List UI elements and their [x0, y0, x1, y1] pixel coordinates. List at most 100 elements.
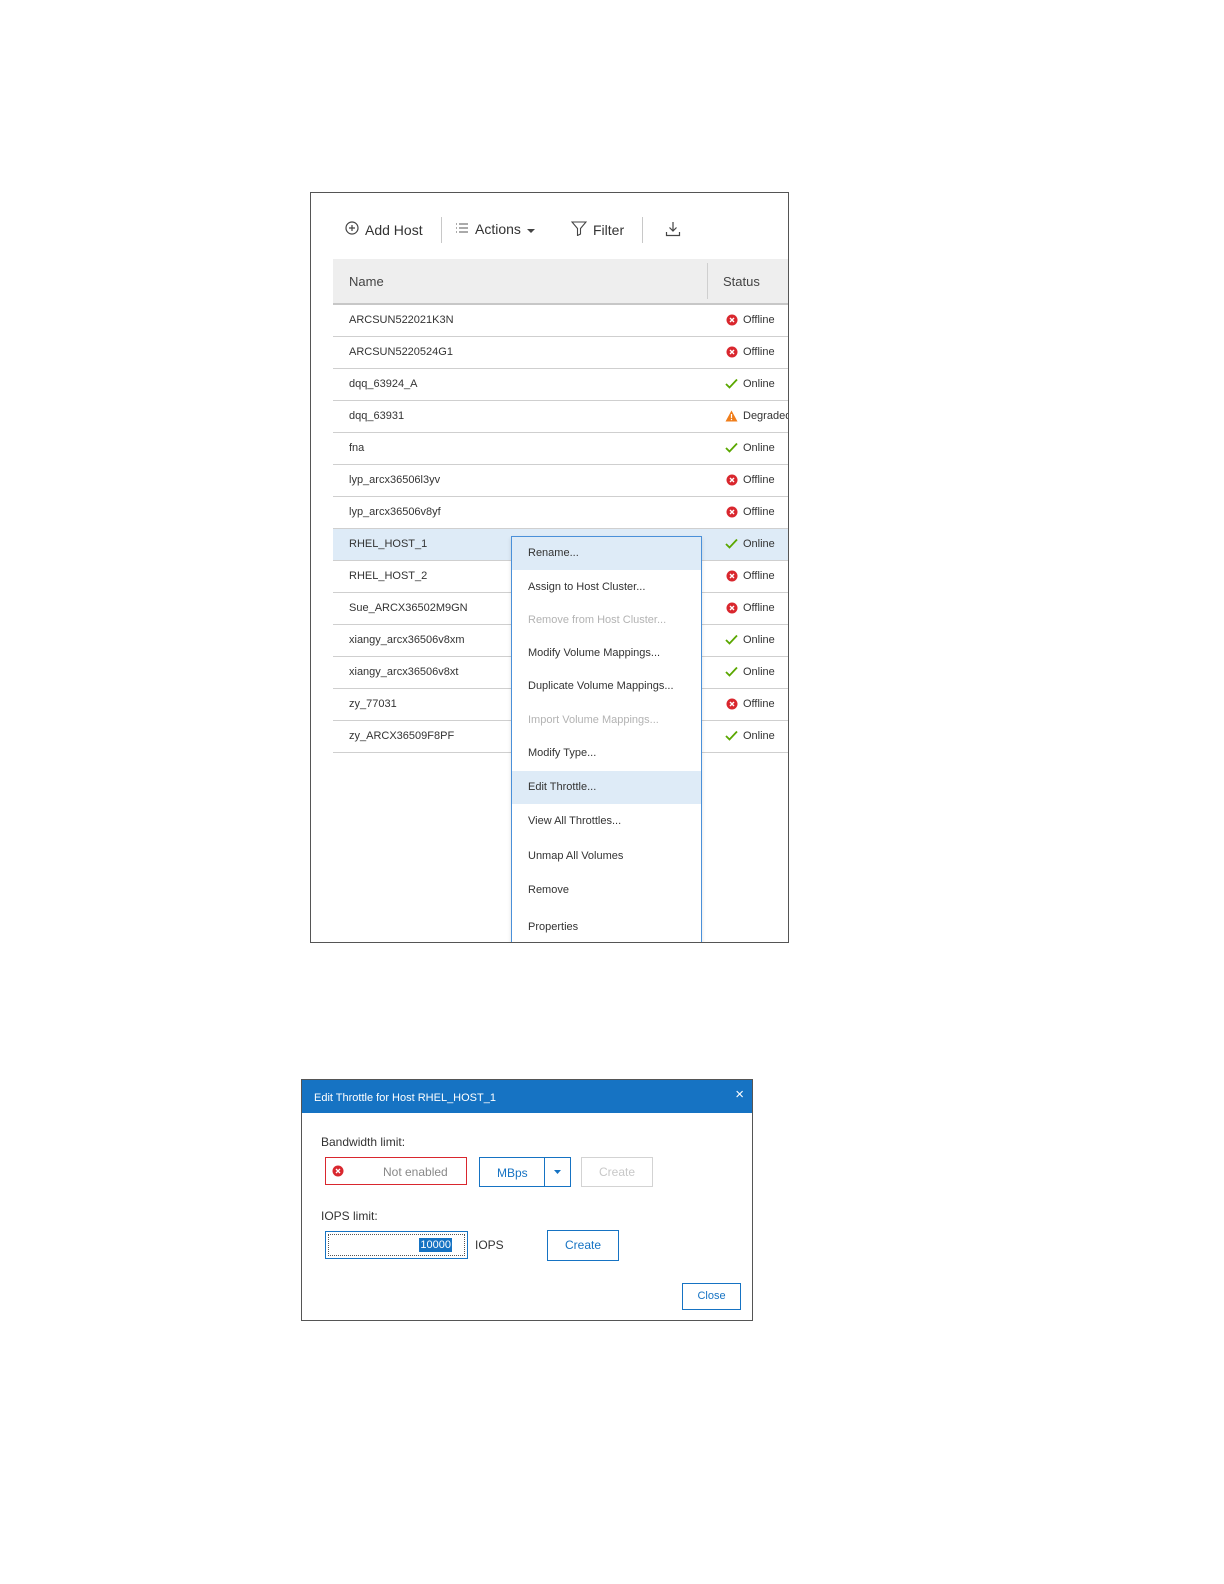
- checkmark-icon: [725, 377, 738, 390]
- bandwidth-unit-value: MBps: [497, 1166, 528, 1180]
- host-status-cell: Offline: [725, 569, 775, 582]
- host-status-cell: Online: [725, 665, 775, 678]
- download-button[interactable]: [665, 221, 681, 240]
- table-row[interactable]: lyp_arcx36506v8yf Offline: [333, 497, 788, 529]
- checkmark-icon: [725, 441, 738, 454]
- menu-item[interactable]: Properties: [512, 911, 701, 942]
- host-name-cell: ARCSUN5220524G1: [349, 346, 453, 358]
- menu-item[interactable]: Unmap All Volumes: [512, 840, 701, 873]
- table-row[interactable]: lyp_arcx36506l3yv Offline: [333, 465, 788, 497]
- menu-item[interactable]: Assign to Host Cluster...: [512, 571, 701, 604]
- close-button[interactable]: Close: [682, 1283, 741, 1310]
- column-divider[interactable]: [707, 263, 708, 299]
- status-text: Online: [743, 665, 775, 678]
- chevron-down-icon[interactable]: [553, 1164, 562, 1181]
- dialog-title-bar: Edit Throttle for Host RHEL_HOST_1 ×: [302, 1080, 752, 1113]
- add-host-button[interactable]: Add Host: [345, 221, 423, 238]
- host-status-cell: Online: [725, 633, 775, 646]
- status-text: Offline: [743, 505, 775, 518]
- download-icon: [665, 221, 681, 240]
- status-text: Degraded: [743, 409, 789, 422]
- host-name-cell: ARCSUN522021K3N: [349, 314, 454, 326]
- column-header-name[interactable]: Name: [349, 274, 384, 289]
- host-name-cell: RHEL_HOST_2: [349, 570, 428, 582]
- status-text: Offline: [743, 473, 775, 486]
- column-header-status[interactable]: Status: [723, 274, 760, 289]
- bandwidth-unit-select[interactable]: MBps: [479, 1157, 571, 1187]
- host-status-cell: Offline: [725, 313, 775, 326]
- host-status-cell: Online: [725, 441, 775, 454]
- edit-throttle-dialog: Edit Throttle for Host RHEL_HOST_1 × Ban…: [301, 1079, 753, 1321]
- menu-item[interactable]: Duplicate Volume Mappings...: [512, 670, 701, 703]
- status-text: Offline: [743, 345, 775, 358]
- hosts-panel-screenshot: Add Host Actions Filter Name Status ARCS…: [310, 192, 789, 943]
- menu-item[interactable]: View All Throttles...: [512, 805, 701, 838]
- status-text: Offline: [743, 697, 775, 710]
- host-status-cell: Offline: [725, 697, 775, 710]
- error-circle-icon: [725, 473, 738, 486]
- host-name-cell: dqq_63924_A: [349, 378, 418, 390]
- checkmark-icon: [725, 633, 738, 646]
- host-name-cell: dqq_63931: [349, 410, 405, 422]
- filter-button[interactable]: Filter: [570, 221, 624, 239]
- host-name-cell: zy_77031: [349, 698, 397, 710]
- bandwidth-limit-label: Bandwidth limit:: [321, 1135, 406, 1149]
- error-circle-icon: [725, 601, 738, 614]
- error-circle-icon: [725, 505, 738, 518]
- close-icon[interactable]: ×: [735, 1086, 744, 1103]
- hosts-toolbar: Add Host Actions Filter: [311, 211, 788, 255]
- table-row[interactable]: dqq_63924_A Online: [333, 369, 788, 401]
- table-row[interactable]: fna Online: [333, 433, 788, 465]
- host-status-cell: Online: [725, 377, 775, 390]
- iops-limit-input[interactable]: 10000: [325, 1231, 468, 1259]
- bandwidth-limit-value: Not enabled: [383, 1165, 448, 1179]
- list-icon: [455, 221, 469, 237]
- toolbar-divider: [642, 217, 643, 243]
- error-circle-icon: [725, 313, 738, 326]
- host-status-cell: Online: [725, 537, 775, 550]
- status-text: Online: [743, 377, 775, 390]
- status-text: Offline: [743, 601, 775, 614]
- menu-item: Import Volume Mappings...: [528, 714, 659, 726]
- menu-item[interactable]: Modify Type...: [512, 737, 701, 770]
- host-status-cell: Online: [725, 729, 775, 742]
- host-name-cell: lyp_arcx36506v8yf: [349, 506, 441, 518]
- host-name-cell: RHEL_HOST_1: [349, 538, 428, 550]
- host-status-cell: Degraded: [725, 409, 789, 422]
- error-circle-icon: [725, 697, 738, 710]
- host-name-cell: xiangy_arcx36506v8xm: [349, 634, 465, 646]
- host-status-cell: Offline: [725, 601, 775, 614]
- add-host-label: Add Host: [365, 221, 423, 238]
- host-name-cell: lyp_arcx36506l3yv: [349, 474, 441, 486]
- iops-limit-label: IOPS limit:: [321, 1209, 378, 1223]
- menu-item[interactable]: Rename...: [512, 537, 701, 570]
- iops-create-button[interactable]: Create: [547, 1230, 619, 1261]
- host-name-cell: xiangy_arcx36506v8xt: [349, 666, 459, 678]
- iops-limit-value: 10000: [419, 1238, 452, 1252]
- status-text: Offline: [743, 313, 775, 326]
- toolbar-divider: [441, 217, 442, 243]
- table-row[interactable]: ARCSUN5220524G1 Offline: [333, 337, 788, 369]
- actions-menu-button[interactable]: Actions: [455, 221, 535, 237]
- error-circle-icon: [725, 345, 738, 358]
- status-text: Online: [743, 729, 775, 742]
- error-circle-icon: [725, 569, 738, 582]
- checkmark-icon: [725, 665, 738, 678]
- table-row[interactable]: dqq_63931 Degraded: [333, 401, 789, 433]
- host-status-cell: Offline: [725, 505, 775, 518]
- menu-item[interactable]: Remove: [512, 874, 701, 907]
- status-text: Online: [743, 633, 775, 646]
- status-text: Online: [743, 441, 775, 454]
- checkmark-icon: [725, 537, 738, 550]
- host-name-cell: Sue_ARCX36502M9GN: [349, 602, 468, 614]
- table-row[interactable]: ARCSUN522021K3N Offline: [333, 305, 788, 337]
- bandwidth-limit-field[interactable]: Not enabled: [325, 1157, 467, 1185]
- host-name-cell: zy_ARCX36509F8PF: [349, 730, 455, 742]
- actions-label: Actions: [475, 221, 521, 237]
- error-icon: [332, 1165, 344, 1180]
- checkmark-icon: [725, 729, 738, 742]
- bandwidth-create-button[interactable]: Create: [581, 1157, 653, 1187]
- select-divider: [544, 1158, 545, 1186]
- menu-item[interactable]: Modify Volume Mappings...: [512, 637, 701, 670]
- menu-item[interactable]: Edit Throttle...: [512, 771, 701, 804]
